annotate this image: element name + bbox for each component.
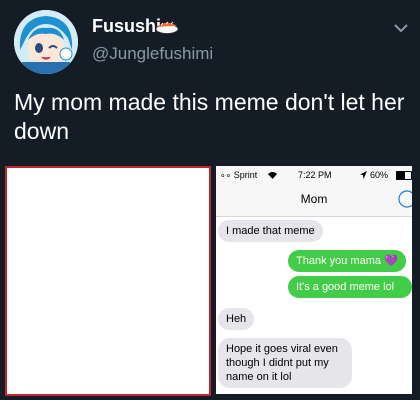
- info-icon[interactable]: [398, 190, 412, 208]
- tweet-text: My mom made this meme don't let her down: [14, 89, 405, 144]
- battery-icon: [396, 171, 412, 180]
- chevron-down-icon[interactable]: [393, 22, 409, 34]
- message-bubble[interactable]: Hope it goes viral even though I didnt p…: [218, 338, 352, 388]
- message-bubble[interactable]: It's a good meme lol: [288, 276, 412, 298]
- location-icon: [360, 171, 367, 179]
- meme-image-panel[interactable]: [5, 166, 211, 396]
- carrier-label: ∘∘ Sprint: [220, 170, 258, 180]
- status-bar: ∘∘ Sprint 7:22 PM 60%: [216, 166, 412, 184]
- user-handle[interactable]: @Junglefushimi: [92, 44, 213, 64]
- message-bubble[interactable]: Thank you mama 💜: [288, 250, 406, 272]
- message-bubble[interactable]: Heh: [218, 308, 255, 330]
- contact-name[interactable]: Mom: [216, 192, 412, 206]
- message-bubble[interactable]: I made that meme: [218, 220, 323, 242]
- wifi-icon: [268, 172, 277, 179]
- text-screenshot[interactable]: ∘∘ Sprint 7:22 PM 60% Mom I made that me…: [216, 166, 412, 394]
- avatar[interactable]: [14, 10, 78, 74]
- display-name[interactable]: Fusushi: [92, 16, 161, 37]
- sushi-icon: [155, 21, 179, 34]
- conversation-header: Mom: [216, 184, 412, 217]
- status-time: 7:22 PM: [298, 170, 332, 180]
- battery-percent: 60%: [370, 170, 389, 180]
